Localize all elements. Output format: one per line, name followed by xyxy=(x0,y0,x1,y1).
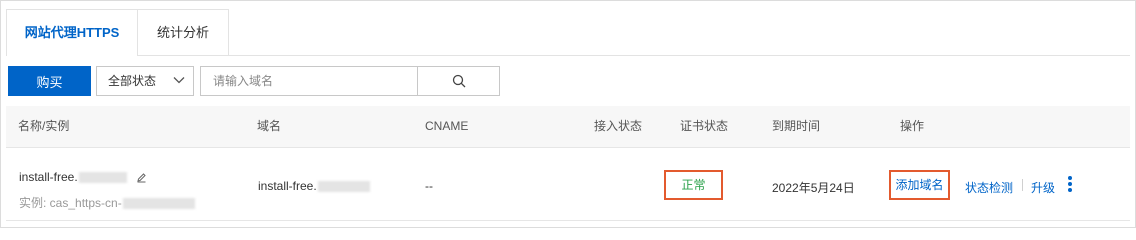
tab-statistics[interactable]: 统计分析 xyxy=(137,9,229,55)
col-domain: 域名 xyxy=(257,119,282,133)
domain-cell: install-free. xyxy=(258,179,370,193)
domain-text: install-free. xyxy=(258,179,317,193)
instance-name: install-free. xyxy=(19,170,78,184)
search-icon xyxy=(452,74,466,88)
redacted-text xyxy=(78,172,127,184)
redacted-text xyxy=(317,181,370,193)
col-expiry: 到期时间 xyxy=(772,119,821,133)
action-divider xyxy=(1022,179,1023,191)
table-row: install-free. 实例: cas_https-cn- install-… xyxy=(6,148,1130,221)
search-button[interactable] xyxy=(417,67,500,95)
chevron-down-icon xyxy=(173,77,185,84)
col-cname: CNAME xyxy=(425,119,469,133)
buy-button[interactable]: 购买 xyxy=(8,66,91,96)
tab-bar: 网站代理HTTPS 统计分析 xyxy=(6,9,1130,56)
col-actions: 操作 xyxy=(900,119,925,133)
col-name-instance: 名称/实例 xyxy=(18,119,70,133)
cname-cell: -- xyxy=(425,179,433,193)
add-domain-link[interactable]: 添加域名 xyxy=(889,170,950,200)
tab-https-proxy[interactable]: 网站代理HTTPS xyxy=(6,9,138,56)
instance-id-cell: 实例: cas_https-cn- xyxy=(19,194,195,211)
more-vertical-icon[interactable] xyxy=(1066,176,1074,194)
pencil-icon[interactable] xyxy=(136,172,147,183)
upgrade-link[interactable]: 升级 xyxy=(1031,179,1055,196)
redacted-text xyxy=(122,198,195,210)
status-check-link[interactable]: 状态检测 xyxy=(965,179,1013,196)
instance-id: 实例: cas_https-cn- xyxy=(19,196,122,210)
table-header: 名称/实例 域名 CNAME 接入状态 证书状态 到期时间 操作 xyxy=(6,106,1130,148)
status-filter-value: 全部状态 xyxy=(108,74,157,88)
instance-name-cell: install-free. xyxy=(19,170,147,184)
domain-search xyxy=(200,66,500,96)
col-cert-status: 证书状态 xyxy=(680,119,729,133)
search-input[interactable] xyxy=(201,67,428,95)
col-access-status: 接入状态 xyxy=(594,119,643,133)
expiry-cell: 2022年5月24日 xyxy=(772,181,855,195)
cert-status-badge: 正常 xyxy=(664,170,723,200)
status-filter-select[interactable]: 全部状态 xyxy=(96,66,194,96)
